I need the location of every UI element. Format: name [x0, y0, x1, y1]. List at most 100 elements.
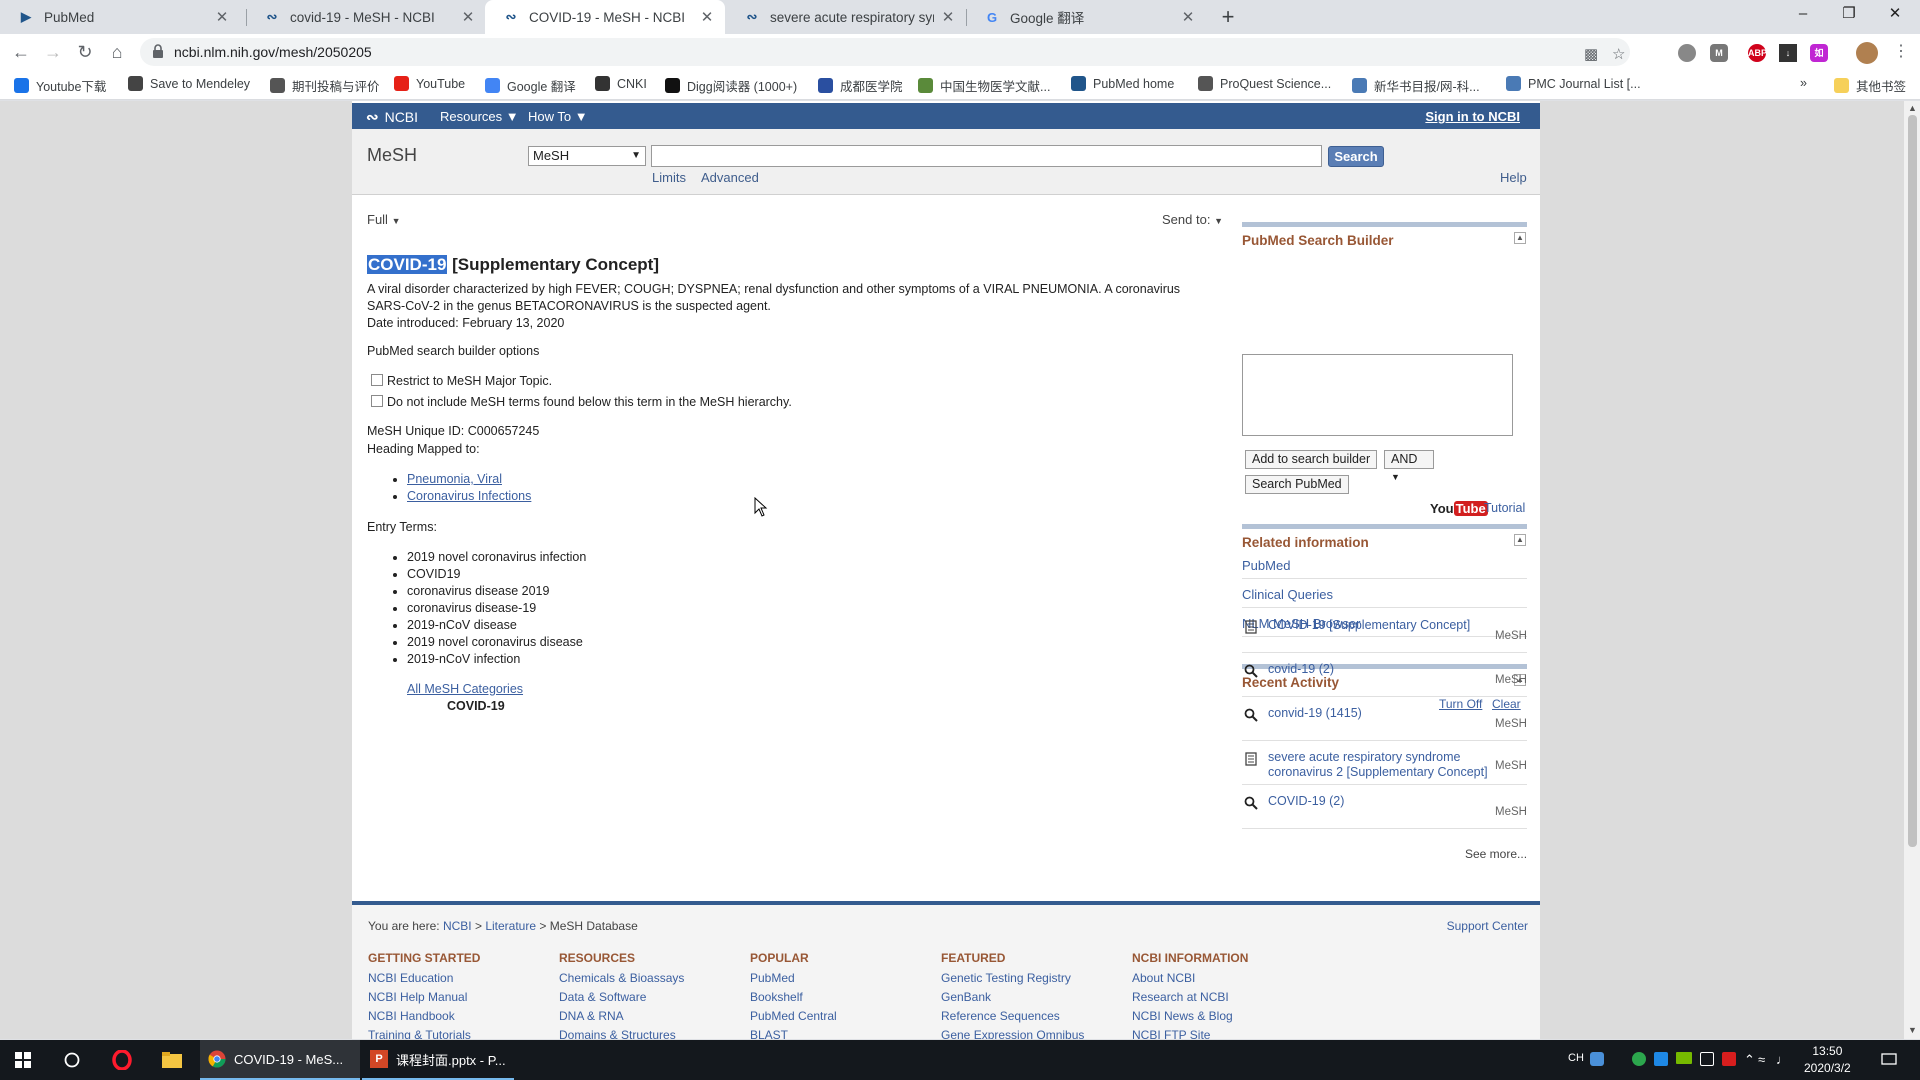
- footer-link[interactable]: BLAST: [750, 1026, 837, 1039]
- resources-menu[interactable]: Resources ▼: [440, 109, 519, 124]
- adblock-icon[interactable]: ABP: [1748, 44, 1767, 62]
- file-explorer-icon[interactable]: [150, 1040, 194, 1080]
- windows-start-icon[interactable]: [0, 1040, 46, 1080]
- nvidia-icon[interactable]: [1676, 1052, 1692, 1064]
- footer-link[interactable]: About NCBI: [1132, 969, 1248, 988]
- bookmark-item[interactable]: 成都医学院: [818, 76, 903, 95]
- tab-close-icon[interactable]: ✕: [699, 8, 715, 26]
- related-link-clinical-queries[interactable]: Clinical Queries: [1242, 587, 1333, 602]
- all-categories-link[interactable]: All MeSH Categories: [407, 681, 523, 698]
- ime-settings-icon[interactable]: [1590, 1052, 1604, 1066]
- notification-center-icon[interactable]: [1874, 1040, 1904, 1080]
- bookmark-item[interactable]: Save to Mendeley: [128, 76, 250, 91]
- scrollbar-thumb[interactable]: [1908, 115, 1917, 847]
- bookmarks-overflow[interactable]: »: [1800, 76, 1807, 90]
- tray-app-icon[interactable]: [1654, 1052, 1668, 1066]
- scroll-up-icon[interactable]: ▲: [1908, 103, 1917, 113]
- volume-icon[interactable]: ♩: [1776, 1052, 1789, 1067]
- page-scrollbar[interactable]: ▲ ▼: [1904, 101, 1920, 1039]
- footer-link[interactable]: Domains & Structures: [559, 1026, 684, 1039]
- recent-activity-text[interactable]: COVID-19 (2): [1268, 794, 1488, 809]
- collapse-icon[interactable]: ▲: [1514, 232, 1526, 244]
- download-icon[interactable]: ↓: [1779, 44, 1797, 62]
- footer-link[interactable]: NCBI FTP Site: [1132, 1026, 1248, 1039]
- send-to-menu[interactable]: Send to: ▼: [1162, 212, 1223, 227]
- footer-link[interactable]: PubMed Central: [750, 1007, 837, 1026]
- footer-link[interactable]: NCBI Education: [368, 969, 480, 988]
- collapse-icon[interactable]: ▲: [1514, 534, 1526, 546]
- profile-avatar[interactable]: [1856, 42, 1878, 64]
- footer-link[interactable]: NCBI Help Manual: [368, 988, 480, 1007]
- system-clock[interactable]: 13:50 2020/3/2: [1804, 1043, 1851, 1077]
- footer-link[interactable]: GenBank: [941, 988, 1084, 1007]
- mapped-heading-item[interactable]: Coronavirus Infections: [407, 488, 531, 505]
- search-button[interactable]: Search: [1328, 146, 1384, 167]
- search-pubmed-button[interactable]: Search PubMed: [1245, 475, 1349, 494]
- tab-close-icon[interactable]: ✕: [460, 8, 476, 26]
- bookmark-item[interactable]: PubMed home: [1071, 76, 1174, 91]
- search-cortana-icon[interactable]: [50, 1040, 94, 1080]
- major-topic-checkbox[interactable]: [371, 374, 383, 386]
- minimize-icon[interactable]: –: [1780, 0, 1826, 30]
- tray-app-icon[interactable]: [1700, 1052, 1714, 1066]
- footer-link[interactable]: Genetic Testing Registry: [941, 969, 1084, 988]
- ime-indicator[interactable]: CH: [1568, 1052, 1584, 1064]
- search-builder-textarea[interactable]: [1242, 354, 1513, 436]
- footer-link[interactable]: NCBI News & Blog: [1132, 1007, 1248, 1026]
- other-bookmarks-folder[interactable]: 其他书签: [1834, 76, 1906, 95]
- support-center-link[interactable]: Support Center: [1447, 919, 1528, 933]
- footer-link[interactable]: NCBI Handbook: [368, 1007, 480, 1026]
- bookmark-item[interactable]: Youtube下载: [14, 76, 106, 95]
- recent-activity-text[interactable]: severe acute respiratory syndrome corona…: [1268, 750, 1488, 780]
- breadcrumb-ncbi[interactable]: NCBI: [443, 919, 472, 933]
- tab-close-icon[interactable]: ✕: [940, 8, 956, 26]
- footer-link[interactable]: Research at NCBI: [1132, 988, 1248, 1007]
- tray-app-icon[interactable]: [1722, 1052, 1736, 1066]
- database-select[interactable]: MeSH ▼: [528, 146, 646, 166]
- extension-circle-icon[interactable]: [1678, 44, 1696, 62]
- breadcrumb-literature[interactable]: Literature: [485, 919, 536, 933]
- reload-icon[interactable]: ↻: [72, 39, 98, 65]
- maximize-icon[interactable]: ❐: [1826, 0, 1872, 30]
- recent-activity-text[interactable]: convid-19 (1415): [1268, 706, 1488, 721]
- browser-tab[interactable]: ∾ COVID-19 - MeSH - NCBI ✕: [485, 0, 725, 34]
- recent-activity-text[interactable]: covid-19 (2): [1268, 662, 1488, 677]
- tab-close-icon[interactable]: ✕: [214, 8, 230, 26]
- bookmark-item[interactable]: 中国生物医学文献...: [918, 76, 1050, 95]
- browser-tab[interactable]: ∾ severe acute respiratory syndr ✕: [726, 0, 966, 34]
- taskbar-chrome-app[interactable]: COVID-19 - MeS...: [200, 1040, 360, 1080]
- browser-tab[interactable]: ▶ PubMed ✕: [0, 0, 240, 34]
- extension-purple-icon[interactable]: 如: [1810, 44, 1828, 62]
- bookmark-item[interactable]: YouTube: [394, 76, 465, 91]
- opera-icon[interactable]: [100, 1040, 144, 1080]
- translate-icon[interactable]: ▩: [1584, 45, 1598, 63]
- tray-app-icon[interactable]: [1632, 1052, 1646, 1066]
- recent-activity-text[interactable]: COVID-19 [Supplementary Concept]: [1268, 618, 1488, 633]
- mapped-heading-link[interactable]: Pneumonia, Viral: [407, 472, 502, 486]
- bookmark-item[interactable]: Google 翻译: [485, 76, 576, 95]
- footer-link[interactable]: Reference Sequences: [941, 1007, 1084, 1026]
- bookmark-item[interactable]: 新华书目报/网-科...: [1352, 76, 1480, 95]
- bookmark-item[interactable]: PMC Journal List [...: [1506, 76, 1641, 91]
- ncbi-logo[interactable]: ∾ NCBI: [366, 108, 418, 126]
- footer-link[interactable]: DNA & RNA: [559, 1007, 684, 1026]
- bookmark-item[interactable]: 期刊投稿与评价: [270, 76, 380, 95]
- advanced-link[interactable]: Advanced: [701, 170, 759, 185]
- display-format-menu[interactable]: Full ▼: [367, 212, 401, 227]
- footer-link[interactable]: Chemicals & Bioassays: [559, 969, 684, 988]
- clear-link[interactable]: Clear: [1492, 697, 1521, 711]
- add-to-search-builder-button[interactable]: Add to search builder: [1245, 450, 1378, 469]
- footer-link[interactable]: Training & Tutorials: [368, 1026, 480, 1039]
- footer-link[interactable]: PubMed: [750, 969, 837, 988]
- bookmark-star-icon[interactable]: ☆: [1612, 45, 1625, 63]
- sign-in-link[interactable]: Sign in to NCBI: [1425, 109, 1520, 124]
- bookmark-item[interactable]: CNKI: [595, 76, 647, 91]
- menu-dots-icon[interactable]: ⋮: [1888, 39, 1914, 65]
- mapped-heading-link[interactable]: Coronavirus Infections: [407, 489, 531, 503]
- no-explode-checkbox[interactable]: [371, 395, 383, 407]
- scroll-down-icon[interactable]: ▼: [1908, 1025, 1917, 1035]
- limits-link[interactable]: Limits: [652, 170, 686, 185]
- new-tab-icon[interactable]: +: [1214, 3, 1242, 31]
- bookmark-item[interactable]: ProQuest Science...: [1198, 76, 1331, 91]
- search-input[interactable]: [651, 145, 1322, 167]
